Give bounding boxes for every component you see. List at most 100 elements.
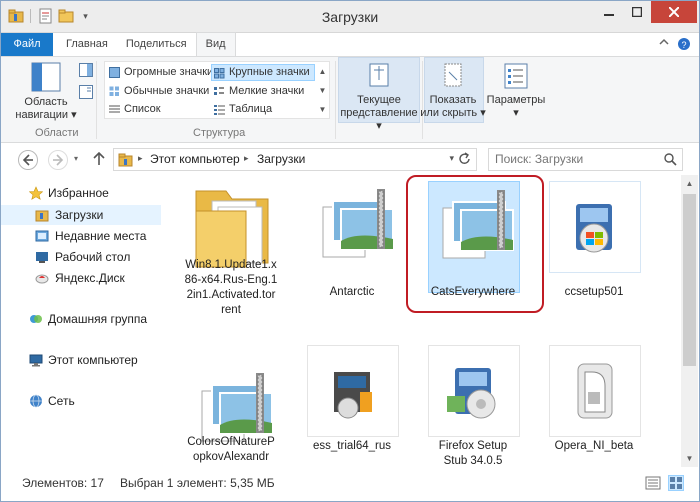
medium-icons-icon <box>109 86 120 97</box>
options-button[interactable]: Параметры ▾ <box>485 62 547 120</box>
details-pane-icon[interactable] <box>79 85 93 102</box>
back-button[interactable] <box>18 150 38 170</box>
forward-arrow-icon <box>53 154 64 166</box>
gallery-down-arrow[interactable]: ▼ <box>315 81 330 100</box>
gallery-up-arrow[interactable]: ▲ <box>315 62 330 81</box>
file-name: ess_trial64_rus <box>313 440 391 452</box>
layout-small-icons[interactable]: Мелкие значки <box>212 83 304 100</box>
show-hide-label-line2: или скрыть ▾ <box>420 107 486 119</box>
preview-pane-icon[interactable] <box>79 63 93 80</box>
current-view-icon <box>368 62 390 90</box>
file-name: Opera_NI_beta <box>554 440 634 452</box>
current-view-button[interactable]: Текущее представление ▾ <box>338 62 420 133</box>
breadcrumb-separator-icon[interactable]: ▸ <box>244 153 249 164</box>
nav-label: Сеть <box>48 394 75 408</box>
gallery-more-arrow[interactable]: ▼ <box>315 100 330 119</box>
options-icon <box>503 62 529 90</box>
ribbon: Область навигации ▾ Области Огромные зна… <box>1 57 699 143</box>
nav-yandex-disk[interactable]: Яндекс.Диск <box>1 268 161 288</box>
group-divider <box>96 61 97 139</box>
layout-label: Таблица <box>229 103 273 115</box>
title-bar: ▾ Загрузки <box>1 1 699 33</box>
breadcrumb-downloads[interactable]: Загрузки <box>257 152 305 166</box>
star-icon <box>28 186 44 200</box>
refresh-icon[interactable] <box>458 152 472 169</box>
yandex-disk-icon <box>35 271 49 285</box>
show-hide-icon <box>442 62 464 90</box>
large-icons-view-button[interactable] <box>668 475 684 491</box>
show-hide-label-line1: Показать <box>429 94 477 106</box>
nav-label: Загрузки <box>55 208 104 222</box>
scroll-up-arrow[interactable]: ▲ <box>681 175 698 192</box>
layout-label: Список <box>124 103 161 115</box>
close-button[interactable] <box>651 1 697 23</box>
minimize-ribbon-icon[interactable] <box>659 37 669 54</box>
layout-large-icons[interactable]: Крупные значки <box>211 64 315 81</box>
layout-extra-large-icons[interactable]: Огромные значки <box>107 64 213 81</box>
minimize-button[interactable] <box>595 1 623 23</box>
list-icon <box>109 104 120 115</box>
layout-group-label: Структура <box>193 127 246 139</box>
nav-label: Избранное <box>48 186 109 200</box>
address-dropdown-icon[interactable]: ▾ <box>449 153 454 164</box>
window-controls <box>595 1 697 23</box>
nav-label: Домашняя группа <box>48 312 148 326</box>
navigation-pane-button[interactable]: Область навигации ▾ <box>7 62 85 122</box>
options-label-line2: ▾ <box>513 107 519 119</box>
svg-text:?: ? <box>682 40 687 50</box>
nav-desktop[interactable]: Рабочий стол <box>1 247 161 267</box>
extra-large-icons-icon <box>109 67 120 78</box>
layout-list[interactable]: Список <box>107 101 161 118</box>
layout-gallery-scroll: ▲ ▼ ▼ <box>315 62 330 120</box>
network-icon <box>29 394 43 408</box>
search-input[interactable] <box>495 152 655 166</box>
desktop-icon <box>35 250 49 264</box>
tab-home[interactable]: Главная <box>57 33 117 56</box>
search-box[interactable] <box>488 148 683 171</box>
details-view-icon <box>645 476 661 490</box>
navigation-pane-label-line2: навигации ▾ <box>15 109 77 121</box>
installer-icon <box>549 345 641 437</box>
close-icon <box>669 7 679 17</box>
layout-medium-icons[interactable]: Обычные значки <box>107 83 209 100</box>
details-view-button[interactable] <box>645 475 661 491</box>
nav-favorites[interactable]: Избранное <box>1 183 161 203</box>
forward-button[interactable] <box>48 150 68 170</box>
up-button[interactable] <box>93 151 105 169</box>
layout-label: Крупные значки <box>229 66 310 78</box>
highlight-ring <box>406 175 544 313</box>
show-hide-button[interactable]: Показать или скрыть ▾ <box>420 62 486 120</box>
nav-label: Рабочий стол <box>55 250 131 264</box>
ribbon-controls: ? <box>659 37 691 54</box>
maximize-icon <box>632 7 642 17</box>
downloads-folder-icon <box>35 208 49 222</box>
file-name: Antarctic <box>329 286 375 298</box>
tab-share[interactable]: Поделиться <box>117 33 196 56</box>
nav-recent-places[interactable]: Недавние места <box>1 226 161 246</box>
nav-label: Недавние места <box>55 229 147 243</box>
help-icon[interactable]: ? <box>677 37 691 54</box>
scroll-down-arrow[interactable]: ▼ <box>681 450 698 467</box>
navigation-pane: Избранное Загрузки Недавние места Рабочи… <box>1 175 169 467</box>
nav-homegroup[interactable]: Домашняя группа <box>1 309 161 329</box>
current-view-label-line2: представление ▾ <box>340 107 418 132</box>
nav-network[interactable]: Сеть <box>1 391 161 411</box>
group-divider <box>335 61 336 139</box>
tab-view[interactable]: Вид <box>195 32 236 56</box>
scroll-thumb[interactable] <box>683 194 696 366</box>
address-bar[interactable]: ▸ Этот компьютер ▸ Загрузки ▾ <box>113 148 477 171</box>
breadcrumb-this-pc[interactable]: Этот компьютер <box>150 152 240 166</box>
breadcrumb-separator-icon[interactable]: ▸ <box>138 153 143 164</box>
file-list: Win8.1.Update1.x 86-x64.Rus-Eng.1 2in1.A… <box>169 175 681 467</box>
navigation-pane-icon <box>31 62 61 92</box>
search-icon[interactable] <box>664 153 677 169</box>
installer-icon <box>428 345 520 437</box>
nav-this-pc[interactable]: Этот компьютер <box>1 350 161 370</box>
recent-locations-icon[interactable]: ▾ <box>74 154 78 163</box>
options-label-line1: Параметры <box>486 94 546 106</box>
vertical-scrollbar[interactable]: ▲ ▼ <box>681 175 698 467</box>
maximize-button[interactable] <box>623 1 651 23</box>
tab-file[interactable]: Файл <box>1 33 53 56</box>
layout-details[interactable]: Таблица <box>212 101 272 118</box>
nav-downloads[interactable]: Загрузки <box>1 205 161 225</box>
